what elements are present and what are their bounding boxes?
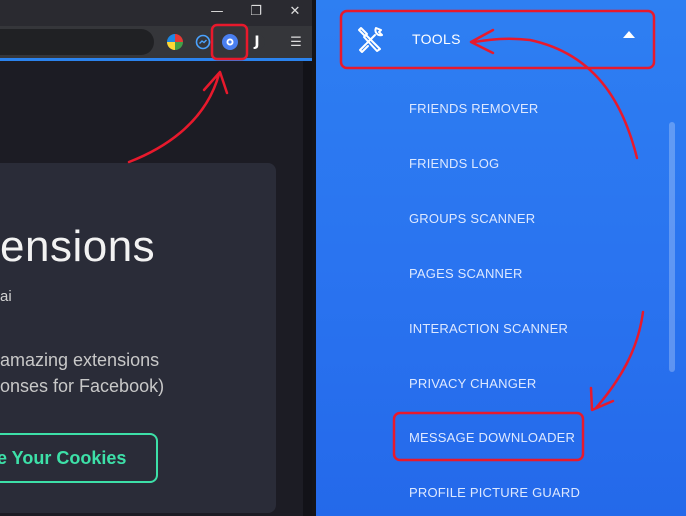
- menu-item-profile-picture-guard[interactable]: PROFILE PICTURE GUARD: [409, 485, 580, 500]
- tools-icon: [358, 27, 383, 53]
- menu-item-interaction-scanner[interactable]: INTERACTION SCANNER: [409, 321, 568, 336]
- author-byline: ai: [0, 288, 12, 305]
- description-line: onses for Facebook): [0, 376, 165, 396]
- extension-active-icon[interactable]: [222, 34, 238, 50]
- menu-item-pages-scanner[interactable]: PAGES SCANNER: [409, 266, 523, 281]
- j-icon[interactable]: J: [249, 34, 265, 50]
- loading-bar: [0, 58, 312, 61]
- collapse-caret-icon[interactable]: [623, 31, 635, 38]
- colorful-extension-icon[interactable]: [167, 34, 183, 50]
- title-bar: — ❐ ✕: [0, 0, 312, 26]
- description-line: amazing extensions: [0, 350, 160, 370]
- browser-toolbar: J ☰: [0, 26, 312, 58]
- minimize-button[interactable]: —: [205, 2, 229, 22]
- page-scrollbar[interactable]: [303, 61, 312, 516]
- page-heading: ensions: [0, 222, 156, 271]
- tools-menu-panel: TOOLS FRIENDS REMOVER FRIENDS LOG GROUPS…: [316, 0, 686, 516]
- browser-window: — ❐ ✕ J ☰ ensions ai amazing extensions …: [0, 0, 312, 516]
- menu-item-friends-log[interactable]: FRIENDS LOG: [409, 156, 499, 171]
- menu-item-privacy-changer[interactable]: PRIVACY CHANGER: [409, 376, 537, 391]
- messenger-icon[interactable]: [195, 34, 211, 50]
- menu-item-groups-scanner[interactable]: GROUPS SCANNER: [409, 211, 535, 226]
- browser-menu-icon[interactable]: ☰: [288, 34, 304, 50]
- address-bar[interactable]: [0, 29, 154, 55]
- tools-label: TOOLS: [412, 31, 461, 47]
- menu-scrollbar[interactable]: [669, 122, 675, 372]
- tools-section-header[interactable]: TOOLS: [316, 0, 686, 76]
- close-button[interactable]: ✕: [283, 2, 307, 22]
- menu-item-friends-remover[interactable]: FRIENDS REMOVER: [409, 101, 538, 116]
- restore-button[interactable]: ❐: [244, 2, 268, 22]
- cookies-button[interactable]: e Your Cookies: [0, 433, 158, 483]
- menu-item-message-downloader[interactable]: MESSAGE DOWNLOADER: [409, 430, 575, 445]
